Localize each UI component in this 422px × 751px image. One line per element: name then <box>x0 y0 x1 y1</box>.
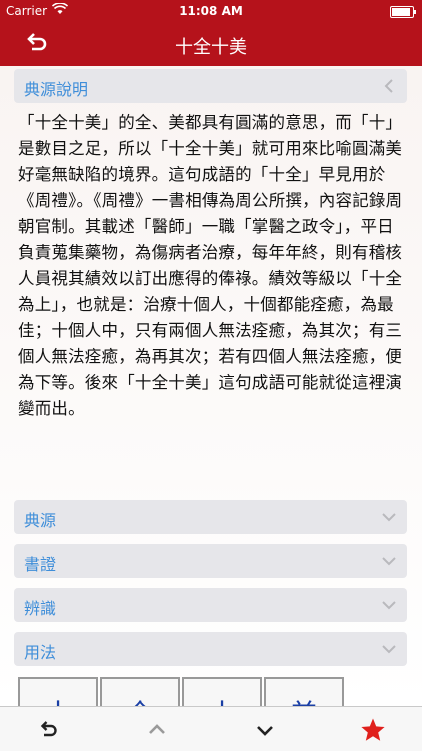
section-label: 典源說明 <box>24 80 89 99</box>
next-button[interactable] <box>252 717 278 743</box>
section-source-explanation[interactable]: 典源說明 <box>14 69 407 103</box>
section-source[interactable]: 典源 <box>14 500 407 534</box>
chevron-down-icon <box>257 726 273 736</box>
navigation-bar: 十全十美 <box>0 22 422 66</box>
section-distinguish[interactable]: 辨識 <box>14 588 407 622</box>
chevron-left-icon <box>381 78 397 94</box>
section-book-evidence[interactable]: 書證 <box>14 544 407 578</box>
clock: 11:08 AM <box>179 4 243 18</box>
undo-button[interactable] <box>36 717 62 743</box>
bottom-toolbar <box>0 706 422 751</box>
previous-button[interactable] <box>144 717 170 743</box>
section-label: 典源 <box>24 511 57 530</box>
chevron-down-icon <box>381 641 397 657</box>
content-area[interactable]: 典源說明 「十全十美」的全、美都具有圓滿的意思，而「十」是數目之足，所以「十全十… <box>0 66 422 731</box>
section-label: 書證 <box>24 555 57 574</box>
character-boxes: 十 全 十 美 <box>18 677 408 731</box>
star-icon <box>361 718 385 741</box>
section-usage[interactable]: 用法 <box>14 632 407 666</box>
chevron-down-icon <box>381 553 397 569</box>
description-text: 「十全十美」的全、美都具有圓滿的意思，而「十」是數目之足，所以「十全十美」就可用… <box>18 113 403 418</box>
page-title: 十全十美 <box>175 37 247 58</box>
section-label: 辨識 <box>24 599 57 618</box>
undo-icon <box>40 721 57 737</box>
favorite-button[interactable] <box>360 717 386 743</box>
section-label: 用法 <box>24 643 57 662</box>
chevron-up-icon <box>149 724 165 734</box>
chevron-down-icon <box>381 509 397 525</box>
battery-icon <box>390 6 416 18</box>
status-bar: Carrier 11:08 AM <box>0 0 422 22</box>
chevron-down-icon <box>381 597 397 613</box>
